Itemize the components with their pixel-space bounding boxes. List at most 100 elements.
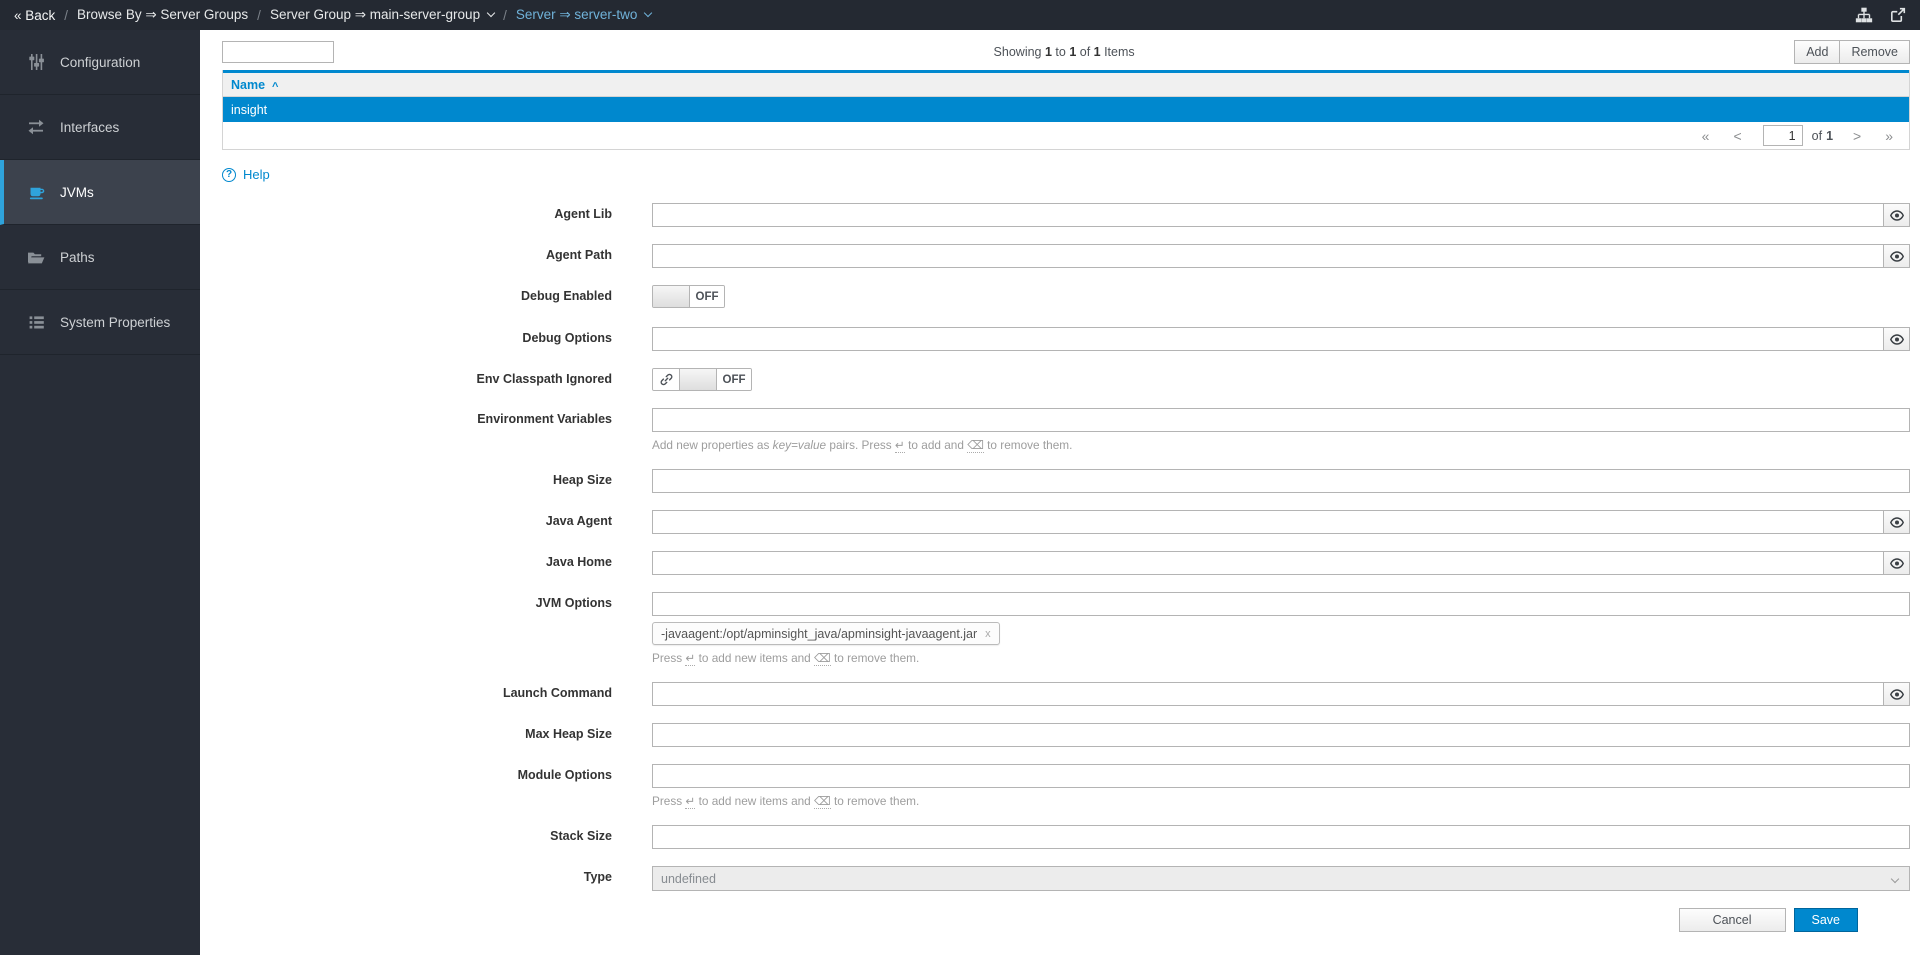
text-segment: Press xyxy=(652,651,686,665)
external-link-icon[interactable] xyxy=(1890,7,1906,23)
input-group xyxy=(652,592,1910,616)
sidebar-item-label: JVMs xyxy=(60,184,94,200)
launch-command-input[interactable] xyxy=(652,682,1884,706)
key-glyph: ⌫ xyxy=(967,438,984,453)
text-segment: 1 xyxy=(1093,45,1101,59)
environment-variables-input[interactable] xyxy=(652,408,1910,432)
sidebar-item-paths[interactable]: Paths xyxy=(0,225,200,290)
select-value: undefined xyxy=(661,871,716,886)
field-control-java-home xyxy=(652,551,1910,575)
field-label-module-options: Module Options xyxy=(517,768,612,782)
java-home-eye-button[interactable] xyxy=(1884,551,1910,575)
breadcrumb-item-server[interactable]: Server ⇒ server-two xyxy=(516,7,653,23)
table-showing-text: Showing 1 to 1 of 1 Items xyxy=(334,45,1794,59)
toggle-handle[interactable] xyxy=(653,286,690,307)
module-options-input[interactable] xyxy=(652,764,1910,788)
field-control-environment-variables: Add new properties as key=value pairs. P… xyxy=(652,408,1910,453)
back-link[interactable]: « Back xyxy=(14,8,55,23)
add-button[interactable]: Add xyxy=(1794,40,1841,64)
eye-icon xyxy=(1889,209,1904,221)
agent-lib-input[interactable] xyxy=(652,203,1884,227)
sidebar-item-interfaces[interactable]: Interfaces xyxy=(0,95,200,160)
toggle-state-label: OFF xyxy=(690,286,724,307)
breadcrumb: / Browse By ⇒ Server Groups / Server Group … xyxy=(55,7,653,23)
field-label-env-classpath-ignored: Env Classpath Ignored xyxy=(476,372,612,386)
sidebar-item-jvms[interactable]: JVMs xyxy=(0,160,200,225)
form-buttons: Cancel Save xyxy=(222,908,1910,932)
sidebar-item-configuration[interactable]: Configuration xyxy=(0,30,200,95)
topology-icon[interactable] xyxy=(1855,7,1873,23)
text-segment: to add new items and xyxy=(695,794,815,808)
resolve-expression-button[interactable] xyxy=(653,369,680,390)
text-segment: to remove them. xyxy=(830,794,920,808)
tag-item: -javaagent:/opt/apminsight_java/apminsig… xyxy=(652,622,1000,645)
max-heap-size-input[interactable] xyxy=(652,723,1910,747)
table-column-header-name[interactable]: Name ^ xyxy=(223,70,1909,97)
field-label-debug-options: Debug Options xyxy=(522,331,612,345)
env-classpath-ignored-toggle[interactable]: OFF xyxy=(652,368,752,391)
input-group xyxy=(652,682,1910,706)
field-helper-text: Press ↵ to add new items and ⌫ to remove… xyxy=(652,794,1910,809)
coffee-icon xyxy=(26,184,46,200)
eye-icon xyxy=(1889,250,1904,262)
java-home-input[interactable] xyxy=(652,551,1884,575)
type-select[interactable]: undefined xyxy=(652,866,1910,891)
sidebar-item-label: Paths xyxy=(60,249,95,265)
form-row-stack-size: Stack Size xyxy=(222,825,1910,849)
pager-first-button[interactable]: « xyxy=(1690,128,1722,144)
data-table: Name ^ insight « < of1 > » xyxy=(222,70,1910,150)
text-segment: key=value xyxy=(772,438,827,452)
java-agent-eye-button[interactable] xyxy=(1884,510,1910,534)
heap-size-input[interactable] xyxy=(652,469,1910,493)
input-group xyxy=(652,469,1910,493)
pager-next-button[interactable]: > xyxy=(1841,128,1873,144)
tag-remove-button[interactable]: x xyxy=(985,628,991,640)
table-row[interactable]: insight xyxy=(223,97,1909,122)
sidebar-item-label: Configuration xyxy=(60,54,141,70)
text-segment: Showing xyxy=(993,45,1045,59)
agent-path-eye-button[interactable] xyxy=(1884,244,1910,268)
pager-page-input[interactable] xyxy=(1762,125,1803,146)
sidebar-item-system-properties[interactable]: System Properties xyxy=(0,290,200,355)
remove-button[interactable]: Remove xyxy=(1840,40,1910,64)
field-label-heap-size: Heap Size xyxy=(552,473,612,487)
stack-size-input[interactable] xyxy=(652,825,1910,849)
folder-open-icon xyxy=(26,250,46,265)
breadcrumb-item-server[interactable]: Server Group ⇒ main-server-group xyxy=(270,7,496,23)
breadcrumb-item-browse[interactable]: Browse By ⇒ Server Groups xyxy=(77,7,248,23)
jvm-options-input[interactable] xyxy=(652,592,1910,616)
save-button[interactable]: Save xyxy=(1793,908,1858,932)
agent-path-input[interactable] xyxy=(652,244,1884,268)
pager-prev-button[interactable]: < xyxy=(1721,128,1753,144)
debug-enabled-toggle[interactable]: OFF xyxy=(652,285,725,308)
key-glyph: ↵ xyxy=(685,651,696,666)
text-segment: pairs. Press xyxy=(826,438,895,452)
key-glyph: ⌫ xyxy=(814,794,831,809)
help-link[interactable]: ? Help xyxy=(222,167,270,182)
agent-lib-eye-button[interactable] xyxy=(1884,203,1910,227)
breadcrumb-separator: / xyxy=(503,7,507,23)
form-row-launch-command: Launch Command xyxy=(222,682,1910,706)
debug-options-eye-button[interactable] xyxy=(1884,327,1910,351)
eye-icon xyxy=(1889,333,1904,345)
field-label-max-heap-size: Max Heap Size xyxy=(525,727,612,741)
field-control-max-heap-size xyxy=(652,723,1910,747)
field-control-type: undefined xyxy=(652,866,1910,891)
field-control-jvm-options: -javaagent:/opt/apminsight_java/apminsig… xyxy=(652,592,1910,666)
field-control-module-options: Press ↵ to add new items and ⌫ to remove… xyxy=(652,764,1910,809)
toggle-handle[interactable] xyxy=(680,369,717,390)
text-segment: to xyxy=(1051,45,1070,59)
launch-command-eye-button[interactable] xyxy=(1884,682,1910,706)
top-nav: « Back / Browse By ⇒ Server Groups / Server… xyxy=(0,0,1920,30)
text-segment: to remove them. xyxy=(830,651,920,665)
debug-options-input[interactable] xyxy=(652,327,1884,351)
field-label-agent-lib: Agent Lib xyxy=(554,207,612,221)
exchange-icon xyxy=(26,119,46,135)
input-group xyxy=(652,327,1910,351)
pager-last-button[interactable]: » xyxy=(1873,128,1905,144)
table-search-input[interactable] xyxy=(222,41,334,63)
cancel-button[interactable]: Cancel xyxy=(1678,908,1786,932)
sliders-icon xyxy=(26,54,46,70)
java-agent-input[interactable] xyxy=(652,510,1884,534)
text-segment: to add new items and xyxy=(695,651,815,665)
